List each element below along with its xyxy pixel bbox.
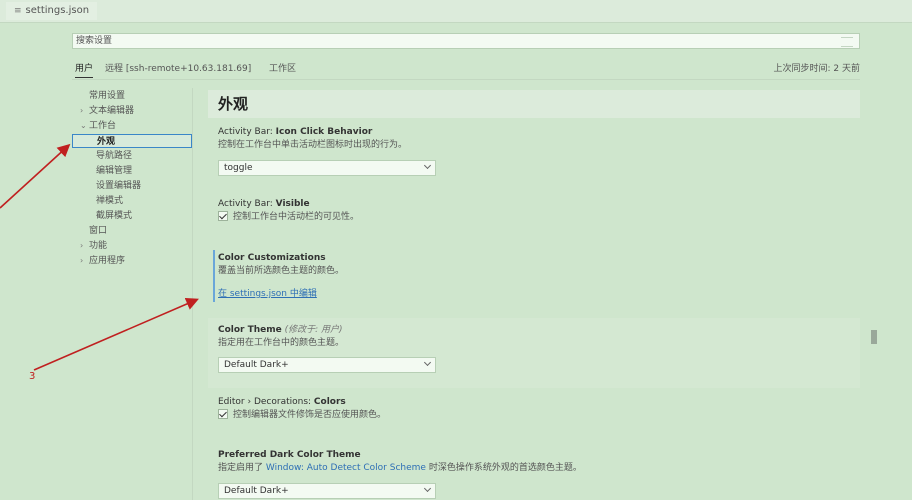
- setting-name: Visible: [275, 199, 310, 209]
- checkbox-label: 控制工作台中活动栏的可见性。: [233, 212, 360, 222]
- section-title: 外观: [208, 90, 860, 118]
- setting-color-theme: Color Theme (修改于: 用户) 指定用在工作台中的颜色主题。 Def…: [218, 324, 436, 373]
- setting-title: Activity Bar: Visible: [218, 198, 359, 211]
- edit-in-settings-json-link[interactable]: 在 settings.json 中编辑: [218, 288, 344, 301]
- setting-title: Color Theme (修改于: 用户): [218, 324, 436, 337]
- setting-description: 指定启用了 Window: Auto Detect Color Scheme 时…: [218, 462, 582, 475]
- setting-name: Icon Click Behavior: [275, 127, 373, 137]
- toc-item-common[interactable]: 常用设置: [80, 89, 125, 103]
- settings-window: ≡ settings.json 搜索设置 用户 远程 [ssh-remote+10…: [0, 0, 912, 500]
- toc-item-editor-management[interactable]: 编辑管理: [96, 164, 132, 178]
- modified-label[interactable]: (修改于: 用户): [285, 325, 343, 335]
- file-icon: ≡: [14, 6, 22, 16]
- toc-label: 功能: [89, 241, 108, 251]
- setting-color-customizations: Color Customizations 覆盖当前所选颜色主题的颜色。 在 se…: [218, 252, 344, 301]
- filter-icon[interactable]: [841, 37, 853, 47]
- tab-user[interactable]: 用户: [75, 61, 94, 78]
- sync-status: 上次同步时间: 2 天前: [773, 64, 860, 74]
- auto-detect-link[interactable]: Window: Auto Detect Color Scheme: [266, 463, 426, 473]
- settings-scope-tabs: 用户 远程 [ssh-remote+10.63.181.69] 工作区 上次同步…: [72, 61, 860, 78]
- preferred-dark-theme-select[interactable]: Default Dark+: [218, 483, 436, 499]
- toc-item-breadcrumbs[interactable]: 导航路径: [96, 149, 132, 163]
- activity-bar-click-select[interactable]: toggle: [218, 160, 436, 176]
- setting-prefix: Editor › Decorations:: [218, 397, 314, 407]
- toc-item-window[interactable]: 窗口: [89, 224, 107, 238]
- checkbox-row: 控制工作台中活动栏的可见性。: [218, 211, 359, 224]
- toc-label: 编辑管理: [96, 166, 133, 176]
- toc-item-features[interactable]: › 功能: [80, 239, 107, 253]
- toc-label: 禅模式: [96, 196, 124, 206]
- toc-label: 外观: [97, 137, 116, 147]
- tab-settings-json[interactable]: ≡ settings.json: [6, 2, 98, 20]
- scrollbar-thumb[interactable]: [871, 330, 877, 344]
- tab-label: settings.json: [25, 5, 90, 16]
- desc-text: 时深色操作系统外观的首选颜色主题。: [425, 463, 582, 473]
- editor-tab-bar: ≡ settings.json: [0, 0, 912, 23]
- color-theme-select[interactable]: Default Dark+: [218, 357, 436, 373]
- select-value: Default Dark+: [224, 360, 289, 370]
- toc-item-screencast-mode[interactable]: 截屏模式: [96, 209, 132, 223]
- chevron-down-icon: [423, 161, 432, 170]
- chevron-down-icon: ⌄: [80, 121, 87, 130]
- annotation-label: 3: [29, 371, 36, 382]
- select-value: toggle: [224, 163, 253, 173]
- setting-prefix: Activity Bar:: [218, 199, 276, 209]
- setting-activity-bar-visible: Activity Bar: Visible 控制工作台中活动栏的可见性。: [218, 198, 359, 224]
- toc-item-text-editor[interactable]: › 文本编辑器: [80, 104, 134, 118]
- desc-text: 指定启用了: [218, 463, 266, 473]
- chevron-down-icon: [423, 358, 432, 367]
- setting-description: 指定用在工作台中的颜色主题。: [218, 338, 345, 348]
- setting-title: Editor › Decorations: Colors: [218, 396, 386, 409]
- setting-title: Color Customizations: [218, 252, 344, 265]
- toc-label: 文本编辑器: [89, 106, 135, 116]
- setting-name: Colors: [313, 397, 346, 407]
- toc-item-workbench[interactable]: ⌄ 工作台: [80, 119, 116, 133]
- setting-name: Preferred Dark Color Theme: [218, 450, 361, 460]
- toc-label: 截屏模式: [96, 211, 133, 221]
- setting-description: 覆盖当前所选颜色主题的颜色。: [218, 266, 345, 276]
- toc-label: 工作台: [89, 121, 117, 131]
- toc-label: 设置编辑器: [96, 181, 142, 191]
- toc-item-zen-mode[interactable]: 禅模式: [96, 194, 123, 208]
- setting-activity-bar-click: Activity Bar: Icon Click Behavior 控制在工作台…: [218, 126, 436, 176]
- setting-title: Activity Bar: Icon Click Behavior: [218, 126, 436, 139]
- activity-bar-visible-checkbox[interactable]: [218, 211, 228, 221]
- toc-divider: [192, 88, 193, 500]
- decorations-colors-checkbox[interactable]: [218, 409, 228, 419]
- checkbox-row: 控制编辑器文件修饰是否应使用颜色。: [218, 409, 386, 422]
- check-icon: [219, 409, 227, 418]
- annotation-arrow: [0, 143, 71, 209]
- annotation-arrow: [33, 297, 199, 371]
- toc-label: 导航路径: [96, 151, 133, 161]
- toc-item-appearance[interactable]: 外观: [72, 134, 192, 148]
- setting-name: Color Theme: [218, 325, 282, 335]
- modified-indicator: [213, 250, 215, 302]
- chevron-right-icon: ›: [80, 256, 84, 265]
- toc-item-application[interactable]: › 应用程序: [80, 254, 125, 268]
- toc-label: 应用程序: [89, 256, 126, 266]
- setting-prefix: Activity Bar:: [218, 127, 276, 137]
- setting-title: Preferred Dark Color Theme: [218, 449, 582, 462]
- setting-preferred-dark-theme: Preferred Dark Color Theme 指定启用了 Window:…: [218, 449, 582, 499]
- search-placeholder: 搜索设置: [76, 36, 113, 46]
- search-input[interactable]: 搜索设置: [72, 33, 860, 49]
- chevron-down-icon: [423, 484, 432, 493]
- setting-name: Color Customizations: [218, 253, 326, 263]
- tab-remote[interactable]: 远程 [ssh-remote+10.63.181.69]: [105, 61, 251, 77]
- toc-label: 常用设置: [89, 91, 126, 101]
- chevron-right-icon: ›: [80, 106, 84, 115]
- setting-description: 控制在工作台中单击活动栏图标时出现的行为。: [218, 140, 408, 150]
- checkbox-label: 控制编辑器文件修饰是否应使用颜色。: [233, 410, 387, 420]
- select-value: Default Dark+: [224, 486, 289, 496]
- chevron-right-icon: ›: [80, 241, 84, 250]
- check-icon: [219, 211, 227, 220]
- toc-item-settings-editor[interactable]: 设置编辑器: [96, 179, 141, 193]
- tab-workspace[interactable]: 工作区: [269, 61, 296, 77]
- settings-content: 外观 Activity Bar: Icon Click Behavior 控制在…: [208, 90, 860, 500]
- setting-editor-decorations-colors: Editor › Decorations: Colors 控制编辑器文件修饰是否…: [218, 396, 386, 422]
- scope-divider: [72, 79, 860, 80]
- toc-label: 窗口: [89, 226, 108, 236]
